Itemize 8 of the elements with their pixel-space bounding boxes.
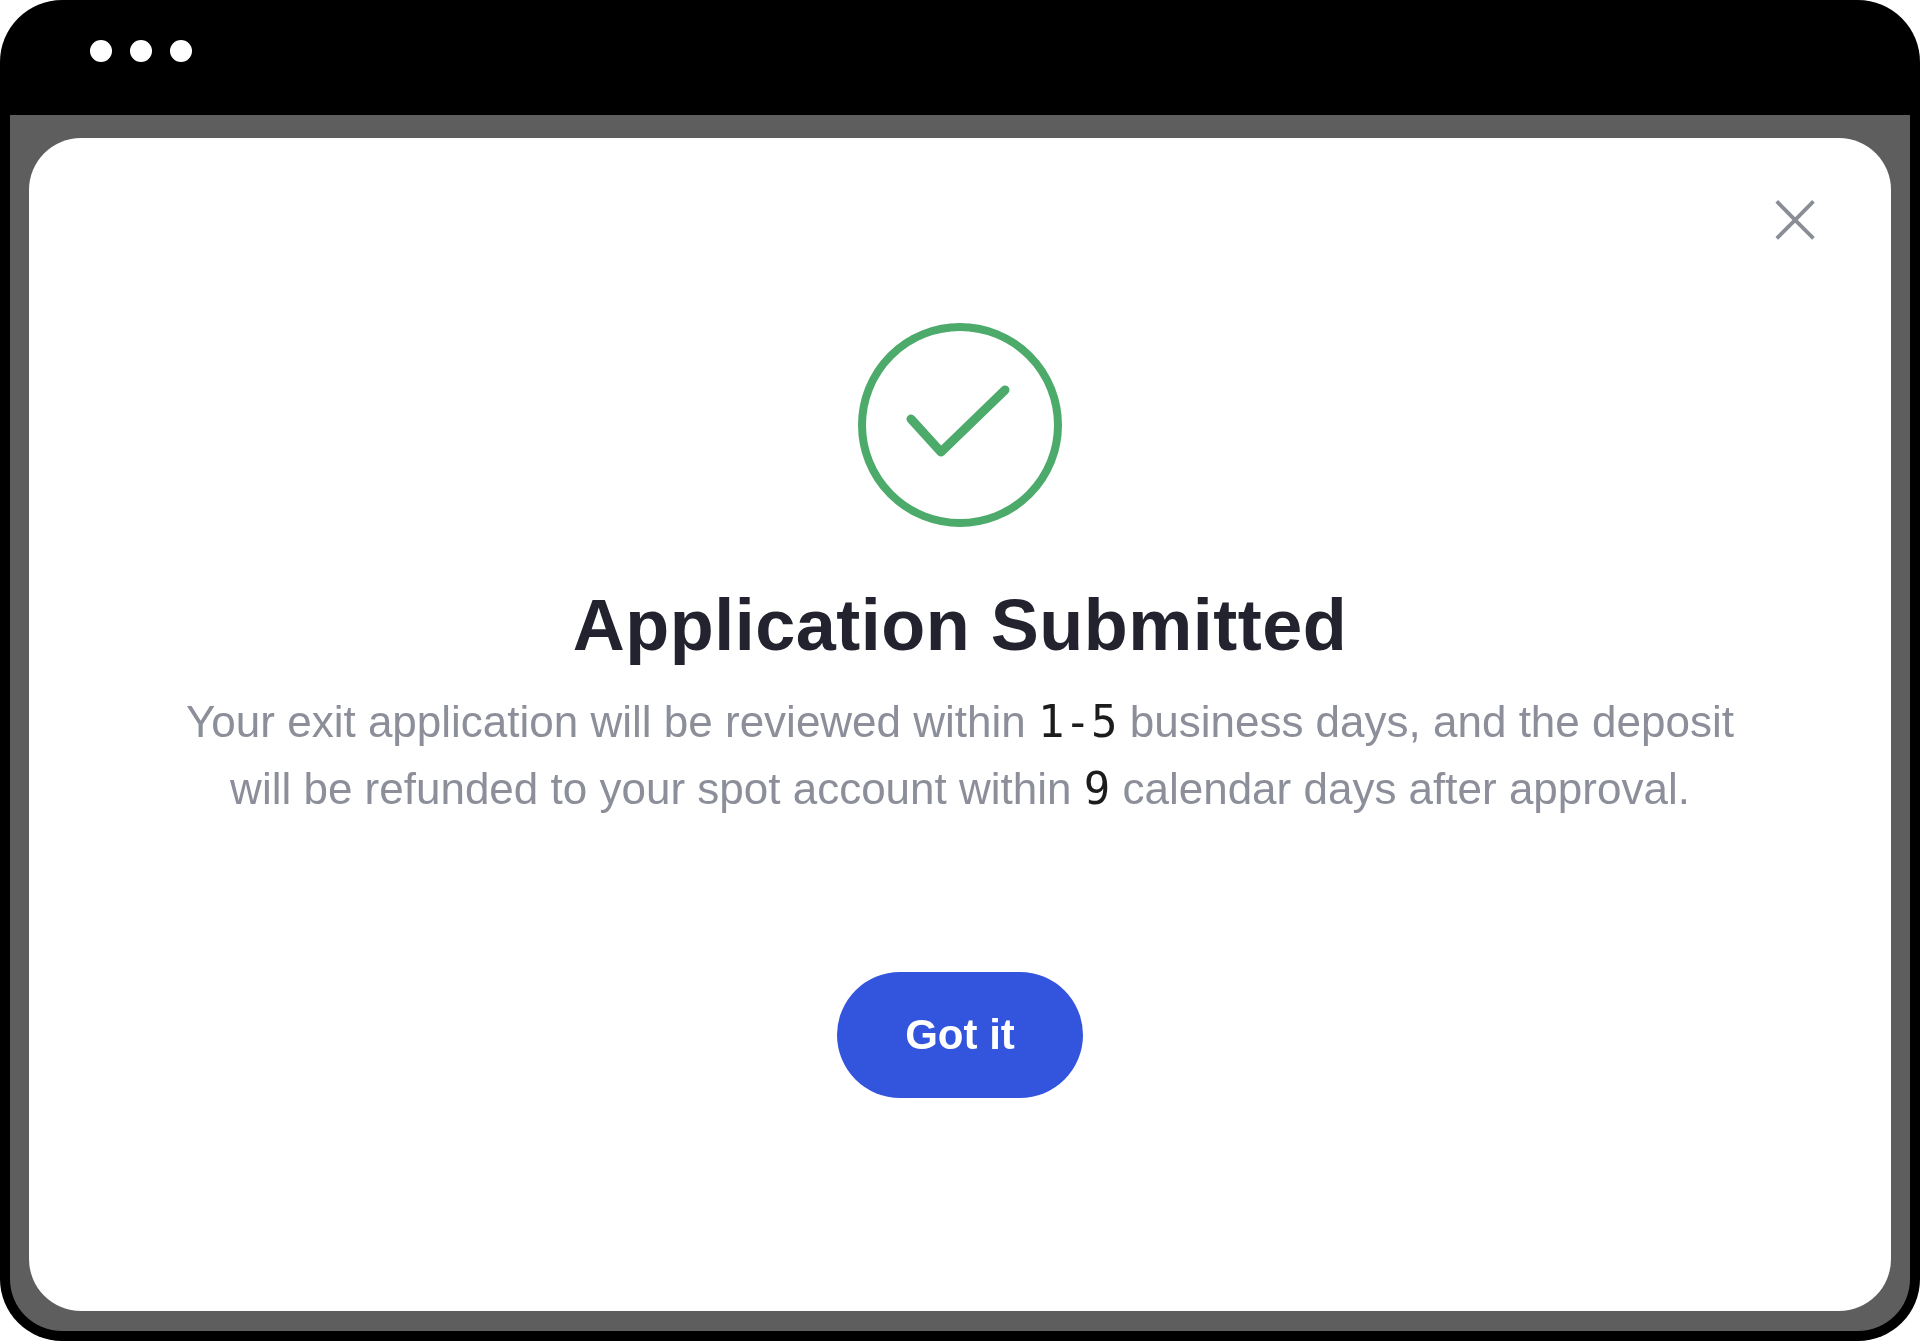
dialog-title: Application Submitted [572,584,1348,666]
close-button[interactable]: × [1759,188,1831,248]
window-dot-icon [90,39,112,62]
window-dot-icon [130,39,152,62]
checkmark-circle-icon [857,322,1063,528]
got-it-button[interactable]: Got it [837,972,1083,1098]
dialog-message: Your exit application will be reviewed within 1-5 business days, and the deposit will be refunded to your spot account within 9 calendar days after approval. [185,695,1735,816]
window-dot-icon [170,39,192,62]
